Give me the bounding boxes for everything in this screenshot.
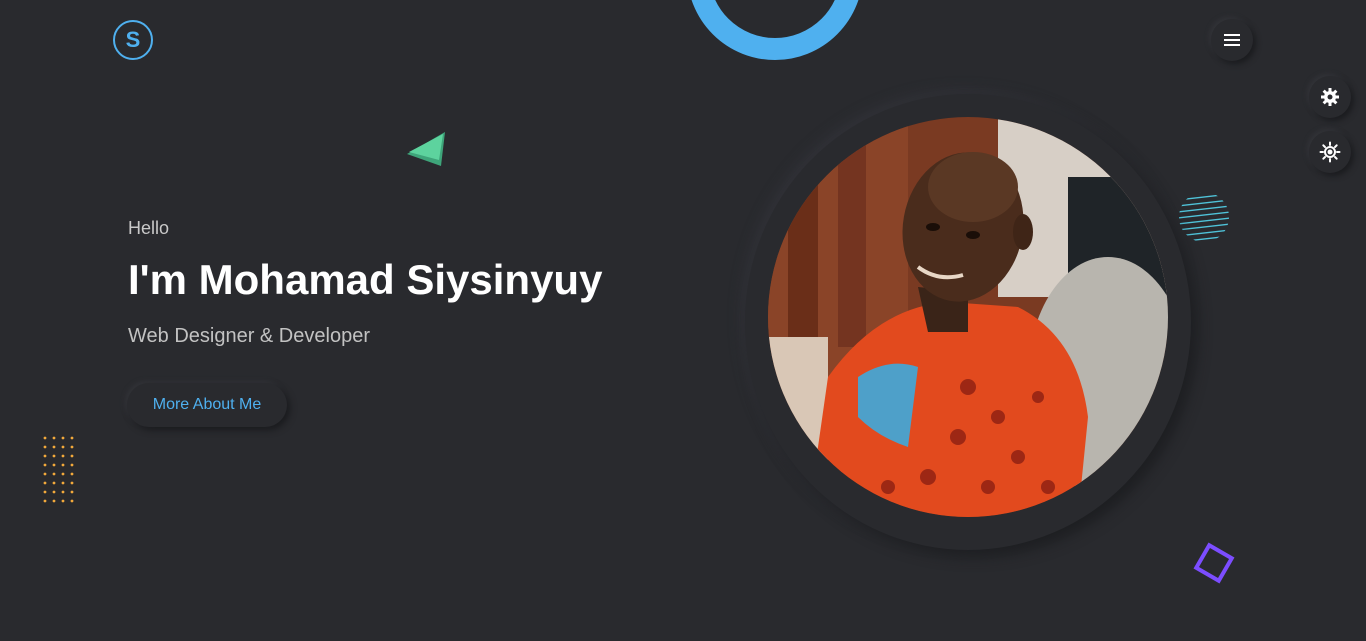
striped-circle-decoration <box>1179 192 1229 242</box>
greeting-text: Hello <box>128 218 170 238</box>
sun-icon <box>1319 141 1341 163</box>
purple-square-decoration <box>1193 542 1235 584</box>
site-logo[interactable]: S <box>113 20 153 60</box>
green-triangle-decoration <box>407 132 445 166</box>
profile-photo <box>768 117 1168 517</box>
hero-role-text: Web Designer & Developer <box>128 325 370 347</box>
menu-button[interactable] <box>1211 19 1253 61</box>
settings-button[interactable] <box>1309 76 1351 118</box>
theme-toggle-button[interactable] <box>1309 131 1351 173</box>
decorative-ring <box>687 0 863 60</box>
hamburger-menu-icon <box>1224 34 1240 46</box>
hero-name-heading: I'm Mohamad Siysinyuy <box>128 256 603 303</box>
logo-letter: S <box>125 27 141 52</box>
gear-icon <box>1321 88 1339 106</box>
more-about-me-button[interactable]: More About Me <box>127 383 287 427</box>
orange-dots-decoration <box>43 436 74 503</box>
